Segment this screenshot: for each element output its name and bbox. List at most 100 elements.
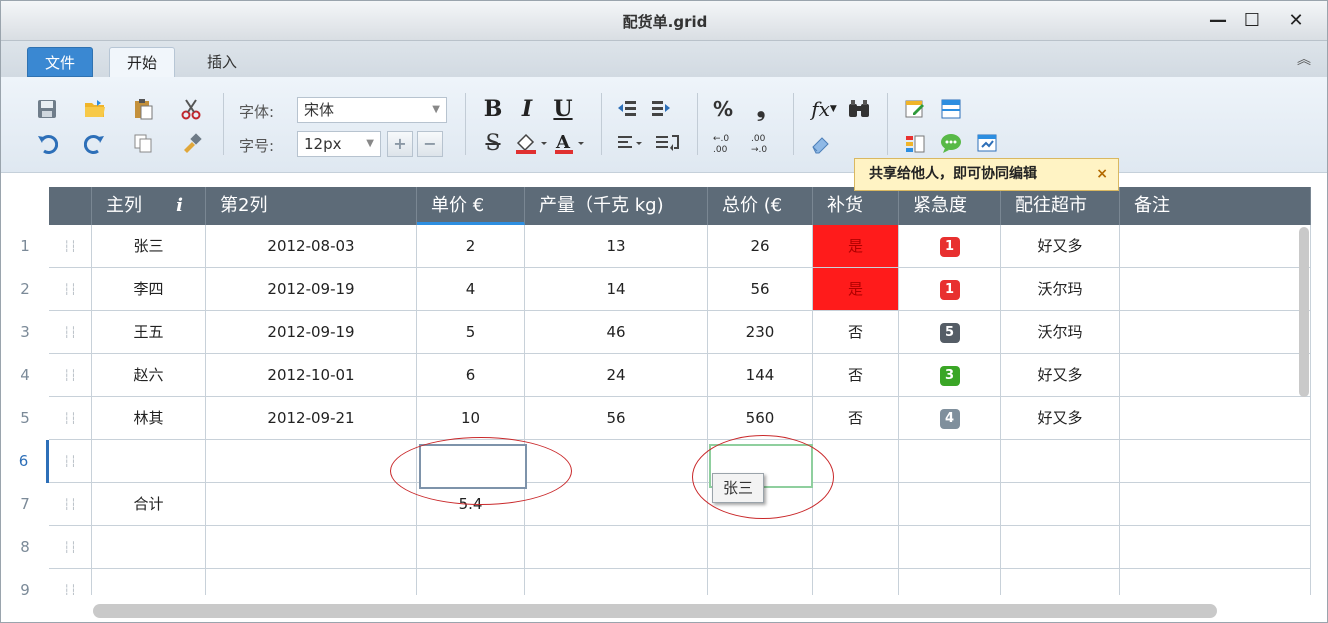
column-header-note[interactable]: 备注	[1120, 187, 1311, 225]
italic-button[interactable]: I	[515, 96, 539, 122]
tab-insert[interactable]: 插入	[191, 47, 253, 77]
font-family-select[interactable]: 宋体 ▼	[297, 97, 447, 123]
font-size-increase-button[interactable]: +	[387, 131, 413, 157]
cell-qty[interactable]: 56	[525, 397, 708, 440]
cell-total[interactable]	[708, 569, 813, 595]
cell-urgency[interactable]	[899, 483, 1001, 526]
cell-name[interactable]: 张三	[92, 225, 206, 268]
cell-name[interactable]: 林其	[92, 397, 206, 440]
row-drag-handle-icon[interactable]: ┆┆	[49, 268, 92, 311]
cell-qty[interactable]	[525, 440, 708, 483]
wrap-text-icon[interactable]	[653, 131, 683, 155]
cell-date[interactable]: 2012-09-21	[206, 397, 417, 440]
cell-restock[interactable]	[813, 483, 899, 526]
cell-market[interactable]: 好又多	[1001, 354, 1120, 397]
cell-total[interactable]: 560	[708, 397, 813, 440]
column-header-quantity[interactable]: 产量（千克 kg)	[525, 187, 708, 225]
cell-price[interactable]: 2	[417, 225, 525, 268]
cell-urgency[interactable]	[899, 569, 1001, 595]
cell-note[interactable]	[1120, 268, 1311, 311]
cell-qty[interactable]: 46	[525, 311, 708, 354]
thousands-separator-button[interactable]: ❟	[749, 97, 773, 122]
share-collaborate-icon[interactable]	[975, 131, 999, 155]
formula-icon[interactable]: fx ▼	[807, 97, 841, 121]
row-number[interactable]: 8	[1, 526, 49, 569]
row-drag-handle-icon[interactable]: ┆┆	[49, 526, 92, 569]
undo-icon[interactable]	[35, 131, 59, 155]
align-left-icon[interactable]	[615, 131, 645, 155]
cell-price[interactable]: 10	[417, 397, 525, 440]
column-header-urgency[interactable]: 紧急度	[899, 187, 1001, 225]
cell-urgency[interactable]	[899, 440, 1001, 483]
cell-note[interactable]	[1120, 311, 1311, 354]
edit-cell-icon[interactable]	[903, 97, 927, 121]
cell-total[interactable]: 144	[708, 354, 813, 397]
cell-price[interactable]: 5.4	[417, 483, 525, 526]
format-painter-icon[interactable]	[179, 131, 203, 155]
cell-restock[interactable]: 否	[813, 397, 899, 440]
cell-note[interactable]	[1120, 354, 1311, 397]
underline-button[interactable]: U	[551, 96, 575, 122]
collapse-ribbon-icon[interactable]: ︽	[1297, 49, 1311, 69]
cell-note[interactable]	[1120, 397, 1311, 440]
cell-urgency[interactable]: 1	[899, 225, 1001, 268]
cell-restock[interactable]: 否	[813, 354, 899, 397]
tooltip-close-button[interactable]: ×	[1096, 159, 1108, 190]
row-number[interactable]: 6	[1, 440, 49, 483]
cell-urgency[interactable]: 4	[899, 397, 1001, 440]
cell-date[interactable]: 2012-09-19	[206, 268, 417, 311]
row-number[interactable]: 7	[1, 483, 49, 526]
cell-qty[interactable]	[525, 483, 708, 526]
cell-note[interactable]	[1120, 483, 1311, 526]
cell-total[interactable]: 230	[708, 311, 813, 354]
cell-date[interactable]: 2012-08-03	[206, 225, 417, 268]
cell-price[interactable]: 5	[417, 311, 525, 354]
cell-name[interactable]	[92, 569, 206, 595]
cell-qty[interactable]: 14	[525, 268, 708, 311]
row-drag-handle-icon[interactable]: ┆┆	[49, 483, 92, 526]
strikethrough-button[interactable]: S	[481, 131, 505, 156]
cell-note[interactable]	[1120, 225, 1311, 268]
cell-restock[interactable]	[813, 440, 899, 483]
cell-restock[interactable]	[813, 526, 899, 569]
maximize-button[interactable]: ☐	[1237, 7, 1267, 33]
cell-name[interactable]: 李四	[92, 268, 206, 311]
cell-restock[interactable]	[813, 569, 899, 595]
cell-name[interactable]	[92, 440, 206, 483]
indent-decrease-icon[interactable]	[615, 97, 639, 121]
conditional-format-icon[interactable]	[903, 131, 927, 155]
close-button[interactable]: ✕	[1281, 7, 1311, 33]
cell-urgency[interactable]: 5	[899, 311, 1001, 354]
column-header-total[interactable]: 总价 (€	[708, 187, 813, 225]
cell-price[interactable]	[417, 526, 525, 569]
row-drag-handle-icon[interactable]: ┆┆	[49, 440, 92, 483]
row-number[interactable]: 4	[1, 354, 49, 397]
comment-icon[interactable]	[939, 131, 963, 155]
cell-urgency[interactable]: 1	[899, 268, 1001, 311]
font-color-icon[interactable]: A	[553, 131, 587, 155]
info-icon[interactable]: i	[176, 187, 183, 225]
percent-button[interactable]: %	[711, 97, 735, 121]
vertical-scrollbar[interactable]	[1299, 227, 1309, 397]
cell-qty[interactable]: 13	[525, 225, 708, 268]
find-binoculars-icon[interactable]	[847, 97, 871, 121]
bold-button[interactable]: B	[481, 96, 505, 122]
row-drag-handle-icon[interactable]: ┆┆	[49, 311, 92, 354]
cell-qty[interactable]: 24	[525, 354, 708, 397]
row-number[interactable]: 2	[1, 268, 49, 311]
row-drag-handle-icon[interactable]: ┆┆	[49, 225, 92, 268]
font-size-select[interactable]: 12px ▼	[297, 131, 381, 157]
eraser-icon[interactable]	[809, 131, 833, 155]
cell-market[interactable]	[1001, 483, 1120, 526]
freeze-panes-icon[interactable]	[939, 97, 963, 121]
decimal-decrease-icon[interactable]: .00 →.0	[749, 131, 773, 155]
cell-total[interactable]: 56	[708, 268, 813, 311]
cell-urgency[interactable]: 3	[899, 354, 1001, 397]
row-drag-handle-icon[interactable]: ┆┆	[49, 397, 92, 440]
cell-name[interactable]	[92, 526, 206, 569]
cell-market[interactable]	[1001, 526, 1120, 569]
minimize-button[interactable]: —	[1203, 7, 1233, 33]
cell-note[interactable]	[1120, 526, 1311, 569]
column-header-market[interactable]: 配往超市	[1001, 187, 1120, 225]
decimal-increase-icon[interactable]: ←.0.00	[711, 131, 735, 155]
